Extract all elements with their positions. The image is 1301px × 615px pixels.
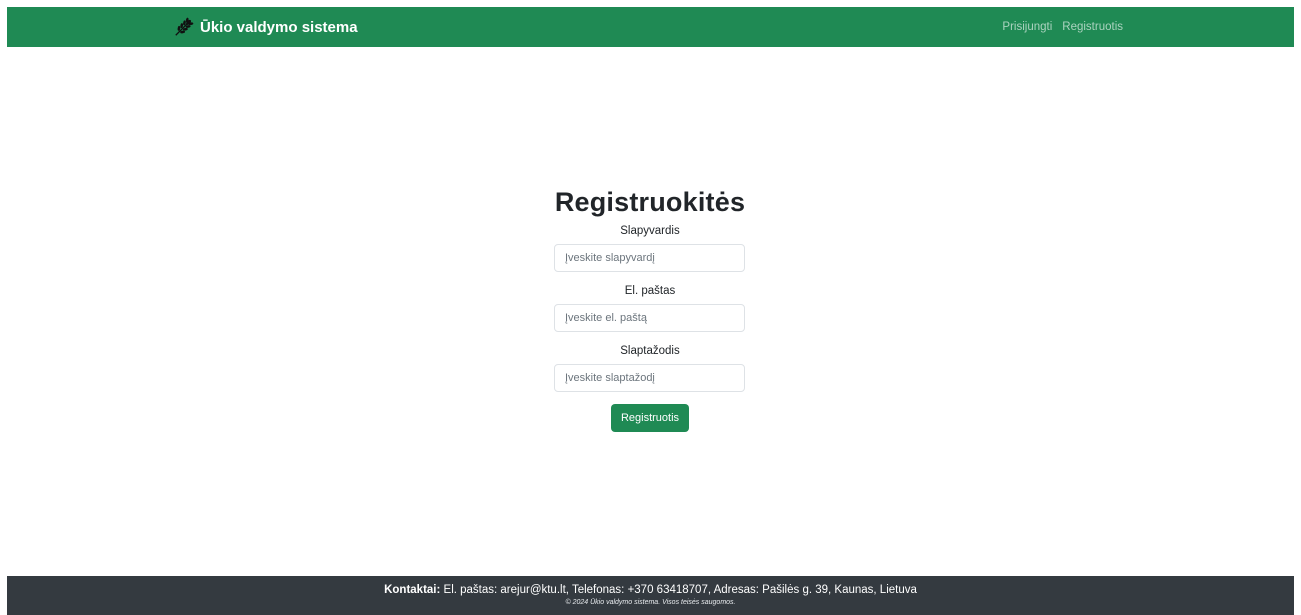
- footer: Kontaktai: El. paštas: arejur@ktu.lt, Te…: [7, 576, 1294, 615]
- email-input[interactable]: [554, 304, 745, 332]
- password-input[interactable]: [554, 364, 745, 392]
- username-label: Slapyvardis: [620, 225, 680, 237]
- footer-copyright: © 2024 Ūkio valdymo sistema. Visos teisė…: [565, 599, 736, 606]
- email-group: El. paštas: [550, 284, 750, 332]
- page: Ūkio valdymo sistema Prisijungti Registr…: [0, 0, 1301, 615]
- nav-links: Prisijungti Registruotis: [1002, 7, 1123, 47]
- brand-title: Ūkio valdymo sistema: [200, 18, 358, 36]
- password-label: Slaptažodis: [620, 345, 680, 357]
- email-label: El. paštas: [624, 285, 676, 297]
- page-title: Registruokitės: [554, 187, 746, 217]
- brand-link[interactable]: Ūkio valdymo sistema: [173, 7, 358, 47]
- footer-contacts: Kontaktai: El. paštas: arejur@ktu.lt, Te…: [7, 583, 1294, 598]
- username-group: Slapyvardis: [550, 224, 750, 272]
- nav-link-register[interactable]: Registruotis: [1062, 21, 1123, 33]
- password-group: Slaptažodis: [550, 344, 750, 392]
- registration-form: Registruokitės Slapyvardis El. paštas Sl…: [550, 184, 750, 432]
- wheat-icon: [175, 17, 194, 36]
- footer-contacts-text: El. paštas: arejur@ktu.lt, Telefonas: +3…: [440, 584, 917, 596]
- navbar: Ūkio valdymo sistema Prisijungti Registr…: [7, 7, 1294, 47]
- register-button[interactable]: Registruotis: [610, 404, 690, 432]
- footer-contacts-label: Kontaktai:: [384, 584, 441, 596]
- nav-link-login[interactable]: Prisijungti: [1002, 21, 1052, 33]
- username-input[interactable]: [554, 244, 745, 272]
